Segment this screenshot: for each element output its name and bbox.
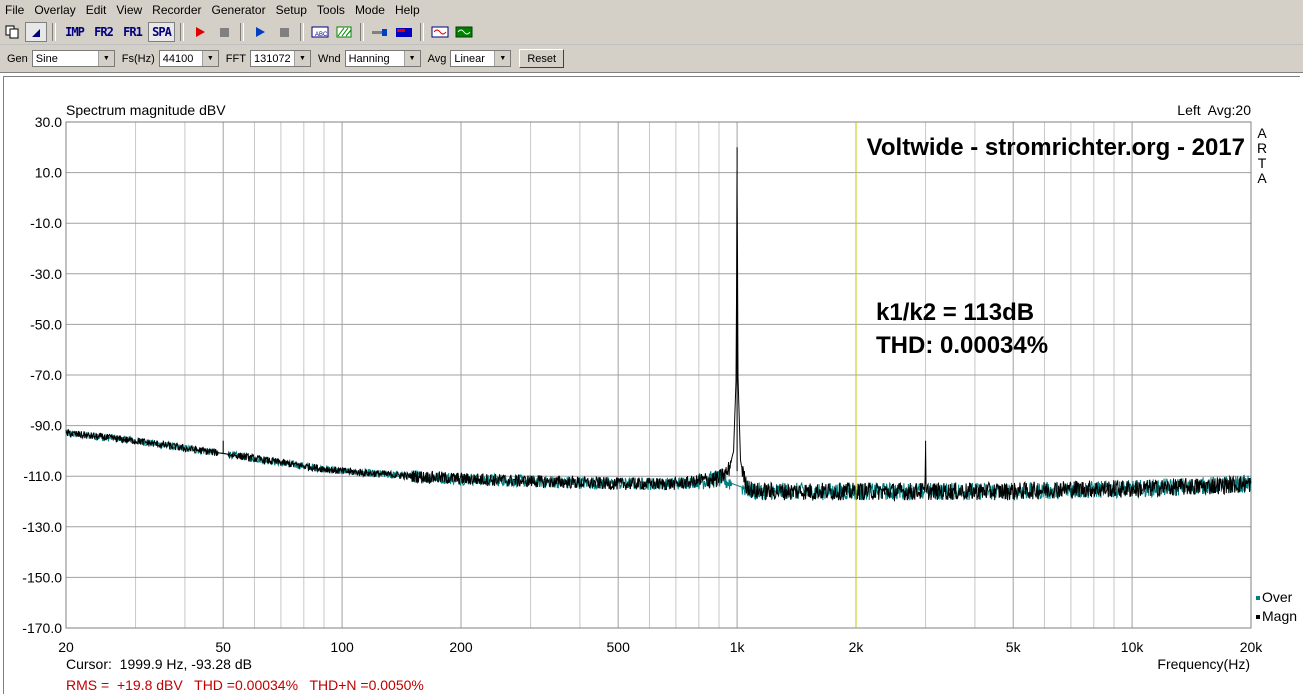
x-tick-label: 50 [215, 639, 231, 655]
x-tick-label: 2k [849, 639, 865, 655]
x-tick-label: 20 [58, 639, 74, 655]
legend: Over Magn [1256, 589, 1297, 624]
banner-text: Voltwide - stromrichter.org - 2017 [867, 134, 1245, 161]
y-tick-label: 30.0 [35, 114, 62, 130]
y-tick-label: -130.0 [22, 519, 62, 535]
x-tick-label: 500 [607, 639, 631, 655]
stats-readout: RMS = +19.8 dBV THD =0.00034% THD+N =0.0… [66, 677, 424, 693]
x-axis-label: Frequency(Hz) [1157, 656, 1250, 672]
thd-annotation: THD: 0.00034% [876, 332, 1048, 359]
arta-letter: A [1257, 125, 1267, 141]
y-tick-label: -170.0 [22, 620, 62, 636]
x-tick-label: 100 [330, 639, 354, 655]
y-tick-label: -50.0 [30, 316, 62, 332]
legend-label: Magn [1262, 608, 1297, 624]
x-tick-label: 20k [1240, 639, 1264, 655]
harmonic-ratio-annotation: k1/k2 = 113dB [876, 299, 1034, 326]
legend-swatch [1256, 596, 1260, 600]
arta-letter: T [1258, 155, 1267, 171]
x-tick-label: 200 [449, 639, 473, 655]
spectrum-chart[interactable]: 30.0 10.0 -10.0 -30.0 -50.0 -70.0 -90.0 -110.0 -… [0, 0, 1303, 694]
y-tick-label: -150.0 [22, 569, 62, 585]
y-tick-label: -30.0 [30, 266, 62, 282]
arta-letter: A [1257, 170, 1267, 186]
x-tick-label: 5k [1006, 639, 1022, 655]
y-tick-label: -110.0 [23, 468, 62, 484]
arta-letter: R [1257, 140, 1267, 156]
y-tick-label: 10.0 [35, 165, 62, 181]
plot-grid [65, 121, 1252, 629]
plot-title: Spectrum magnitude dBV [66, 102, 226, 118]
x-tick-label: 1k [730, 639, 746, 655]
x-tick-label: 10k [1121, 639, 1145, 655]
channel-info: Left Avg:20 [1177, 102, 1251, 118]
series-layer [65, 147, 1252, 503]
y-tick-label: -70.0 [30, 367, 62, 383]
legend-swatch [1256, 615, 1260, 619]
y-tick-label: -10.0 [30, 215, 62, 231]
arta-vertical-label: ARTA [1257, 125, 1267, 186]
legend-label: Over [1262, 589, 1293, 605]
series-magn-line [65, 147, 1252, 503]
y-tick-label: -90.0 [30, 418, 62, 434]
cursor-readout: Cursor: 1999.9 Hz, -93.28 dB [66, 656, 252, 672]
plot-axes: 30.0 10.0 -10.0 -30.0 -50.0 -70.0 -90.0 -110.0 -… [22, 114, 1263, 655]
